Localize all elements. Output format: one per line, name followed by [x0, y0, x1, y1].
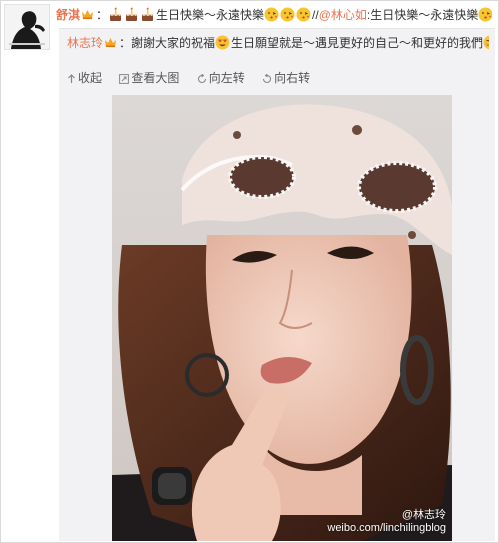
- vip-crown-icon[interactable]: [81, 9, 94, 20]
- rotate-left-icon: [197, 73, 206, 84]
- post-text: 生日快樂～永遠快樂: [156, 8, 265, 22]
- kiss-face-icon: [280, 7, 295, 22]
- post-text-2: 生日快樂～永遠快樂: [370, 8, 479, 22]
- avatar-image: [5, 5, 49, 49]
- collapse-label: 收起: [78, 71, 103, 85]
- shy-face-icon: [483, 35, 489, 50]
- view-large-button[interactable]: 查看大图: [119, 70, 179, 86]
- watermark-url: weibo.com/linchilingblog: [327, 522, 446, 534]
- birthday-cake-icon: [142, 7, 154, 21]
- view-large-label: 查看大图: [131, 71, 180, 85]
- kiss-face-icon: [478, 7, 492, 22]
- repost-separator: //: [312, 8, 319, 22]
- rotate-left-button[interactable]: 向左转: [197, 70, 245, 86]
- rotate-left-label: 向左转: [208, 71, 245, 85]
- rotate-right-label: 向右转: [274, 71, 311, 85]
- watermark-handle: @林志玲: [401, 509, 446, 521]
- kiss-face-icon: [296, 7, 311, 22]
- repost-text-thanks: 謝謝大家的祝福: [131, 36, 216, 50]
- weibo-post-card: 舒淇：生日快樂～永遠快樂//@林心如:生日快樂～永遠快樂 林志玲 ：謝謝大家的祝福…: [0, 0, 499, 543]
- collapse-arrow-icon: [68, 74, 75, 83]
- rotate-right-icon: [263, 73, 272, 84]
- repost-colon: ：: [119, 36, 132, 50]
- rotate-right-button[interactable]: 向右转: [262, 70, 310, 86]
- repost-text-line: 林志玲 ：謝謝大家的祝福 生日願望就是～遇見更好的自己～和更好的我們: [67, 35, 489, 51]
- collapse-button[interactable]: 收起: [67, 70, 102, 86]
- vip-crown-icon[interactable]: [104, 37, 117, 48]
- view-large-icon: [119, 74, 130, 84]
- birthday-cake-icon: [126, 7, 138, 21]
- repost-author-name[interactable]: 林志玲: [67, 36, 103, 50]
- birthday-cake-icon: [110, 7, 122, 21]
- image-toolbar: 收起 查看大图 向左转 向右转: [67, 70, 324, 86]
- kiss-face-icon: [264, 7, 279, 22]
- post-author-name[interactable]: 舒淇: [56, 8, 80, 22]
- mention-link[interactable]: @林心如: [319, 8, 367, 22]
- avatar[interactable]: [4, 4, 50, 50]
- post-photo[interactable]: @林志玲 weibo.com/linchilingblog: [112, 95, 452, 541]
- heart-eyes-icon: [215, 35, 230, 50]
- selfie-photo: [112, 95, 452, 541]
- photo-watermark: @林志玲 weibo.com/linchilingblog: [327, 509, 446, 535]
- repost-text-wish: 生日願望就是～遇見更好的自己～和更好的我們: [231, 36, 484, 50]
- repost-box: 林志玲 ：謝謝大家的祝福 生日願望就是～遇見更好的自己～和更好的我們 收起 查看大图…: [59, 28, 495, 541]
- post-text-line: 舒淇：生日快樂～永遠快樂//@林心如:生日快樂～永遠快樂: [56, 7, 492, 29]
